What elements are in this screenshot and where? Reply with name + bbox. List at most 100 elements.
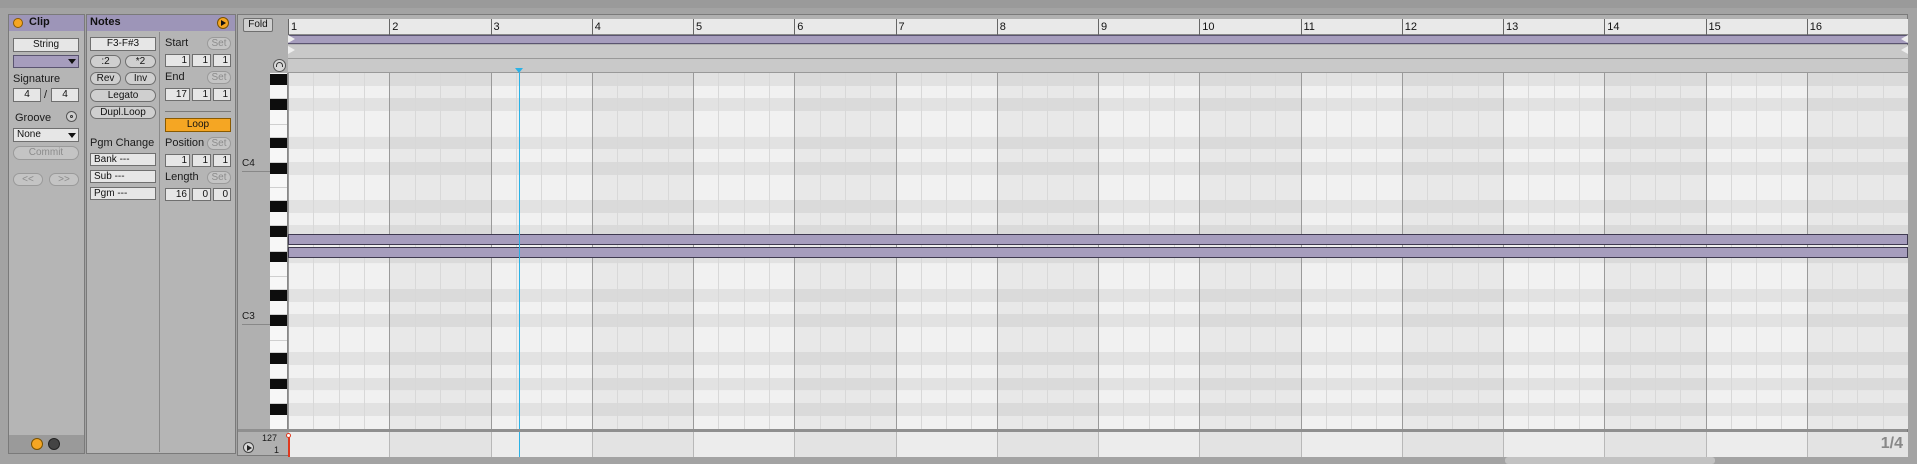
- end-set-button[interactable]: Set: [207, 71, 231, 84]
- length-sixteenth[interactable]: 0: [213, 188, 231, 201]
- velocity-bar-line: [693, 432, 694, 457]
- velocity-bar-line: [996, 432, 998, 457]
- next-button[interactable]: >>: [49, 173, 79, 186]
- velocity-playhead: [519, 432, 520, 457]
- end-flag-icon[interactable]: [1901, 46, 1908, 54]
- grid-size-label[interactable]: 1/4: [1881, 435, 1903, 453]
- clip-activator-icon[interactable]: [13, 18, 23, 28]
- start-beat[interactable]: 1: [192, 54, 211, 67]
- position-sixteenth[interactable]: 1: [213, 154, 231, 167]
- black-key[interactable]: [270, 137, 287, 149]
- bar-tick: [389, 19, 391, 35]
- clip-color-dropdown[interactable]: [13, 55, 79, 68]
- start-bar[interactable]: 1: [165, 54, 190, 67]
- midi-note[interactable]: [288, 234, 1908, 245]
- commit-button[interactable]: Commit: [13, 146, 79, 160]
- midi-note[interactable]: [288, 247, 1908, 258]
- signature-slash: /: [44, 89, 48, 101]
- start-sixteenth[interactable]: 1: [213, 54, 231, 67]
- chevron-down-icon: [68, 59, 76, 64]
- length-bar[interactable]: 16: [165, 188, 190, 201]
- velocity-lane[interactable]: [288, 432, 1908, 457]
- bar-number: 13: [1506, 21, 1519, 33]
- end-marker-icon[interactable]: [1901, 35, 1908, 43]
- midi-clip-icon[interactable]: [31, 438, 43, 450]
- black-key[interactable]: [270, 226, 287, 238]
- pgm-field[interactable]: Pgm ---: [90, 187, 156, 200]
- start-label: Start: [165, 37, 189, 49]
- white-key[interactable]: [270, 187, 287, 189]
- velocity-bar-shade: [592, 432, 693, 457]
- black-key[interactable]: [270, 378, 287, 390]
- velocity-min-label: 1: [274, 445, 280, 455]
- fold-button[interactable]: Fold: [243, 18, 273, 32]
- start-marker-icon[interactable]: [288, 35, 295, 43]
- length-beat[interactable]: 0: [192, 188, 211, 201]
- horizontal-scrollbar[interactable]: [1505, 457, 1715, 464]
- white-key[interactable]: [270, 123, 287, 125]
- start-flag-icon[interactable]: [288, 46, 295, 54]
- velocity-bar-line: [1503, 432, 1504, 457]
- bank-field[interactable]: Bank ---: [90, 153, 156, 166]
- reverse-button[interactable]: Rev: [90, 72, 121, 85]
- end-beat[interactable]: 1: [192, 88, 211, 101]
- groove-hot-swap-icon[interactable]: [66, 111, 77, 122]
- velocity-bar-line: [490, 432, 492, 457]
- velocity-bar-shade: [1604, 432, 1705, 457]
- half-length-button[interactable]: :2: [90, 55, 121, 68]
- start-set-button[interactable]: Set: [207, 37, 231, 50]
- black-key[interactable]: [270, 315, 287, 326]
- duplicate-loop-button[interactable]: Dupl.Loop: [90, 106, 156, 119]
- black-key[interactable]: [270, 289, 287, 301]
- black-key[interactable]: [270, 74, 287, 85]
- bar-tick: [1199, 19, 1201, 35]
- legato-button[interactable]: Legato: [90, 89, 156, 102]
- bar-number: 3: [493, 21, 500, 33]
- bar-tick: [1300, 19, 1302, 35]
- invert-button[interactable]: Inv: [125, 72, 156, 85]
- white-key[interactable]: [270, 339, 287, 341]
- velocity-handle-icon[interactable]: [286, 433, 291, 438]
- arrow-right-icon[interactable]: [217, 17, 229, 29]
- black-key[interactable]: [270, 201, 287, 212]
- top-edge: [0, 0, 1917, 8]
- prev-button[interactable]: <<: [13, 173, 43, 186]
- end-bar[interactable]: 17: [165, 88, 190, 101]
- loop-brace[interactable]: [288, 35, 1908, 44]
- velocity-bar-line: [1300, 432, 1302, 457]
- bar-tick: [996, 19, 998, 35]
- bar-number: 11: [1303, 21, 1315, 33]
- piano-keyboard[interactable]: [270, 73, 288, 429]
- groove-select[interactable]: None: [13, 128, 79, 142]
- edit-icon[interactable]: [48, 438, 60, 450]
- headphones-icon[interactable]: [273, 59, 286, 72]
- clip-name-field[interactable]: String: [13, 38, 79, 52]
- bar-ruler[interactable]: 1 2 3 4 5 6 7 8 9 10 11 12 13 14 15 16: [288, 19, 1908, 35]
- black-key[interactable]: [270, 251, 287, 263]
- bar-number: 15: [1708, 21, 1721, 33]
- double-length-button[interactable]: *2: [125, 55, 156, 68]
- loop-toggle[interactable]: Loop: [165, 118, 231, 132]
- velocity-bar-line: [895, 432, 897, 457]
- clip-header-label: Clip: [29, 16, 50, 28]
- black-key[interactable]: [270, 353, 287, 365]
- signature-denominator[interactable]: 4: [51, 88, 79, 102]
- position-beat[interactable]: 1: [192, 154, 211, 167]
- end-label: End: [165, 71, 185, 83]
- clip-panel: Clip String Signature 4 / 4 Groove None …: [8, 14, 85, 454]
- note-range-field[interactable]: F3-F#3: [90, 37, 156, 51]
- end-sixteenth[interactable]: 1: [213, 88, 231, 101]
- sub-field[interactable]: Sub ---: [90, 170, 156, 183]
- play-icon[interactable]: [243, 442, 254, 453]
- position-set-button[interactable]: Set: [207, 137, 231, 150]
- position-bar[interactable]: 1: [165, 154, 190, 167]
- black-key[interactable]: [270, 99, 287, 111]
- black-key[interactable]: [270, 162, 287, 174]
- black-key[interactable]: [270, 404, 287, 415]
- start-end-strip[interactable]: [288, 45, 1908, 59]
- signature-numerator[interactable]: 4: [13, 88, 41, 102]
- length-set-button[interactable]: Set: [207, 171, 231, 184]
- bar-tick: [1401, 19, 1403, 35]
- velocity-bar-line: [591, 432, 593, 457]
- white-key[interactable]: [270, 276, 287, 278]
